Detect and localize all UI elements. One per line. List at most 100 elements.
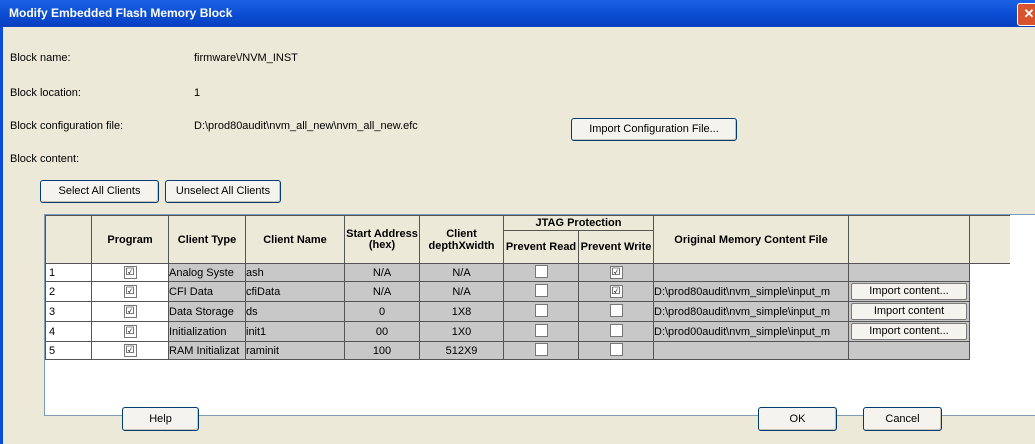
prevent-write-cell[interactable] xyxy=(578,341,654,360)
start-address-cell[interactable]: 00 xyxy=(344,321,420,342)
cancel-button[interactable]: Cancel xyxy=(863,407,942,431)
row-number: 1 xyxy=(45,263,92,282)
filler-cell xyxy=(969,301,1010,322)
client-depth-cell[interactable]: N/A xyxy=(419,281,504,302)
prevent-read-checkbox[interactable] xyxy=(534,283,548,297)
start-address-cell[interactable]: 0 xyxy=(344,301,420,322)
memory-file-cell[interactable]: D:\prod80audit\nvm_simple\input_m xyxy=(653,281,849,302)
ok-button[interactable]: OK xyxy=(758,407,837,431)
unselect-all-button[interactable]: Unselect All Clients xyxy=(165,180,281,203)
program-checkbox[interactable]: ☑ xyxy=(123,344,137,357)
select-all-button[interactable]: Select All Clients xyxy=(40,180,159,203)
block-name-value: firmware\/NVM_INST xyxy=(194,52,298,64)
table-row[interactable]: 4 ☑ Initialization init1 00 1X0 D:\prod00audit… xyxy=(45,321,1010,342)
table-row[interactable]: 1 ☑ Analog Syste ash N/A N/A ☑ xyxy=(45,263,1010,282)
prevent-write-checkbox[interactable] xyxy=(609,303,623,317)
prevent-write-header[interactable]: Prevent Write xyxy=(578,230,654,264)
start-address-header[interactable]: Start Address (hex) xyxy=(344,215,420,264)
program-cell[interactable]: ☑ xyxy=(91,341,169,360)
prevent-write-cell[interactable]: ☑ xyxy=(578,263,654,282)
program-cell[interactable]: ☑ xyxy=(91,301,169,322)
prevent-write-checkbox[interactable]: ☑ xyxy=(609,266,623,279)
memory-file-cell[interactable] xyxy=(653,263,849,282)
prevent-read-checkbox[interactable] xyxy=(534,264,548,278)
memory-file-cell[interactable]: D:\prod00audit\nvm_simple\input_m xyxy=(653,321,849,342)
prevent-write-checkbox[interactable] xyxy=(609,323,623,337)
prevent-write-cell[interactable]: ☑ xyxy=(578,281,654,302)
start-address-cell[interactable]: N/A xyxy=(344,263,420,282)
client-type-cell[interactable]: Data Storage xyxy=(168,301,246,322)
prevent-read-cell[interactable] xyxy=(503,281,579,302)
import-config-button[interactable]: Import Configuration File... xyxy=(571,118,737,141)
program-checkbox[interactable]: ☑ xyxy=(123,325,137,338)
program-checkbox[interactable]: ☑ xyxy=(123,305,137,318)
row-number: 5 xyxy=(45,341,92,360)
row-number: 3 xyxy=(45,301,92,322)
client-name-cell[interactable]: ds xyxy=(245,301,345,322)
program-cell[interactable]: ☑ xyxy=(91,263,169,282)
import-content-button[interactable]: Import content xyxy=(851,303,967,320)
client-name-cell[interactable]: ash xyxy=(245,263,345,282)
client-name-header[interactable]: Client Name xyxy=(245,215,345,264)
prevent-write-cell[interactable] xyxy=(578,321,654,342)
prevent-read-checkbox[interactable] xyxy=(534,342,548,356)
prevent-write-cell[interactable] xyxy=(578,301,654,322)
prevent-write-checkbox[interactable]: ☑ xyxy=(609,285,623,298)
table-row[interactable]: 2 ☑ CFI Data cfiData N/A N/A ☑ D:\prod80audit\n… xyxy=(45,281,1010,302)
client-depth-cell[interactable]: 1X0 xyxy=(419,321,504,342)
program-checkbox[interactable]: ☑ xyxy=(123,285,137,298)
block-config-value: D:\prod80audit\nvm_all_new\nvm_all_new.e… xyxy=(194,120,418,132)
prevent-write-checkbox[interactable] xyxy=(609,342,623,356)
client-type-header[interactable]: Client Type xyxy=(168,215,246,264)
help-button[interactable]: Help xyxy=(122,407,199,431)
client-table: Program Client Type Client Name Start Ad… xyxy=(45,215,1010,360)
prevent-read-cell[interactable] xyxy=(503,321,579,342)
program-header[interactable]: Program xyxy=(91,215,169,264)
prevent-read-cell[interactable] xyxy=(503,301,579,322)
prevent-read-checkbox[interactable] xyxy=(534,303,548,317)
prevent-read-checkbox[interactable] xyxy=(534,323,548,337)
dialog-window: Modify Embedded Flash Memory Block ✕ Blo… xyxy=(0,0,1035,444)
row-number: 4 xyxy=(45,321,92,342)
title-bar: Modify Embedded Flash Memory Block ✕ xyxy=(0,0,1035,27)
start-address-cell[interactable]: N/A xyxy=(344,281,420,302)
memory-file-header[interactable]: Original Memory Content File xyxy=(653,215,849,264)
program-checkbox[interactable]: ☑ xyxy=(123,266,137,279)
program-cell[interactable]: ☑ xyxy=(91,281,169,302)
client-name-cell[interactable]: raminit xyxy=(245,341,345,360)
filler-cell xyxy=(969,321,1010,342)
filler-header xyxy=(969,215,1010,264)
filler-cell xyxy=(969,341,1010,360)
action-header xyxy=(848,215,970,264)
client-depth-header[interactable]: Client depthXwidth xyxy=(419,215,504,264)
block-location-value: 1 xyxy=(194,87,201,99)
client-type-cell[interactable]: RAM Initializat xyxy=(168,341,246,360)
close-icon[interactable]: ✕ xyxy=(1017,3,1035,26)
start-address-cell[interactable]: 100 xyxy=(344,341,420,360)
action-cell xyxy=(848,341,970,360)
memory-file-cell[interactable] xyxy=(653,341,849,360)
prevent-read-header[interactable]: Prevent Read xyxy=(503,230,579,264)
client-depth-cell[interactable]: 1X8 xyxy=(419,301,504,322)
client-depth-cell[interactable]: N/A xyxy=(419,263,504,282)
dialog-body: Block name: firmware\/NVM_INST Block loc… xyxy=(3,27,1035,444)
memory-file-cell[interactable]: D:\prod80audit\nvm_simple\input_m xyxy=(653,301,849,322)
row-number: 2 xyxy=(45,281,92,302)
action-cell: Import content xyxy=(848,301,970,322)
block-content-label: Block content: xyxy=(10,153,80,165)
program-cell[interactable]: ☑ xyxy=(91,321,169,342)
client-depth-cell[interactable]: 512X9 xyxy=(419,341,504,360)
import-content-button[interactable]: Import content... xyxy=(851,323,967,340)
window-title: Modify Embedded Flash Memory Block xyxy=(9,6,233,20)
jtag-header: JTAG Protection xyxy=(503,215,654,231)
table-row[interactable]: 5 ☑ RAM Initializat raminit 100 512X9 xyxy=(45,341,1010,360)
client-type-cell[interactable]: CFI Data xyxy=(168,281,246,302)
client-name-cell[interactable]: cfiData xyxy=(245,281,345,302)
prevent-read-cell[interactable] xyxy=(503,341,579,360)
client-type-cell[interactable]: Initialization xyxy=(168,321,246,342)
prevent-read-cell[interactable] xyxy=(503,263,579,282)
import-content-button[interactable]: Import content... xyxy=(851,283,967,300)
client-type-cell[interactable]: Analog Syste xyxy=(168,263,246,282)
table-row[interactable]: 3 ☑ Data Storage ds 0 1X8 D:\prod80audit\nvm_s… xyxy=(45,301,1010,322)
client-name-cell[interactable]: init1 xyxy=(245,321,345,342)
